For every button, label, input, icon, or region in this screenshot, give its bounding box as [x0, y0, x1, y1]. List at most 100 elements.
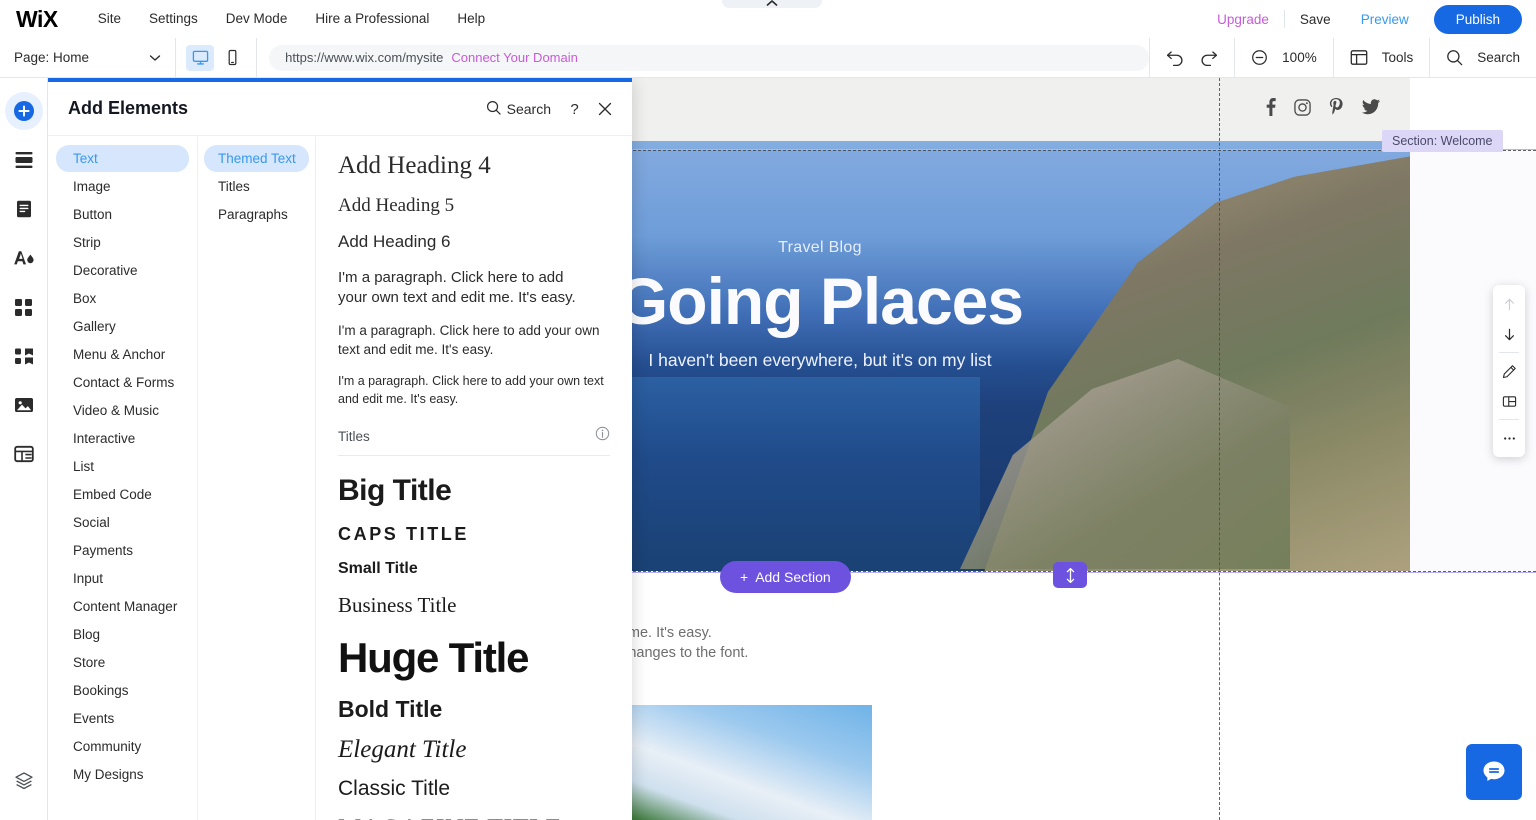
layout-icon[interactable] — [1493, 386, 1525, 416]
category-community[interactable]: Community — [56, 733, 189, 760]
menu-hire-a-professional[interactable]: Hire a Professional — [301, 0, 443, 38]
more-options-icon[interactable] — [1493, 423, 1525, 453]
rail-site-design-button[interactable] — [5, 239, 43, 277]
editor-top-menu-bar[interactable]: WiX Site Settings Dev Mode Hire a Profes… — [0, 0, 1536, 38]
category-social[interactable]: Social — [56, 509, 189, 536]
editor-left-rail[interactable] — [0, 78, 48, 820]
rail-add-apps-button[interactable] — [5, 337, 43, 375]
upgrade-button[interactable]: Upgrade — [1202, 12, 1284, 27]
title-elegant[interactable]: Elegant Title — [338, 736, 610, 764]
facebook-icon[interactable] — [1266, 98, 1276, 121]
category-decorative[interactable]: Decorative — [56, 257, 189, 284]
menu-settings[interactable]: Settings — [135, 0, 212, 38]
title-caps[interactable]: CAPS TITLE — [338, 524, 610, 545]
save-button[interactable]: Save — [1285, 12, 1346, 27]
subcategory-themed-text[interactable]: Themed Text — [204, 145, 309, 172]
viewport-switcher[interactable] — [176, 45, 256, 71]
title-bold[interactable]: Bold Title — [338, 696, 610, 723]
category-text[interactable]: Text — [56, 145, 189, 172]
item-heading-4[interactable]: Add Heading 4 — [338, 152, 610, 180]
rail-add-section-button[interactable] — [5, 141, 43, 179]
add-elements-panel[interactable]: Add Elements Search ? Text Image — [48, 78, 632, 820]
category-content-manager[interactable]: Content Manager — [56, 593, 189, 620]
category-my-designs[interactable]: My Designs — [56, 761, 189, 788]
editor-search-button[interactable]: Search — [1430, 38, 1536, 78]
category-gallery[interactable]: Gallery — [56, 313, 189, 340]
preview-button[interactable]: Preview — [1346, 12, 1424, 27]
editor-toolbar[interactable]: Page: Home https://www.wix.com/mysite Co… — [0, 38, 1536, 78]
search-icon — [486, 100, 501, 118]
title-business[interactable]: Business Title — [338, 593, 610, 618]
page-selector[interactable]: Page: Home — [0, 50, 175, 65]
mobile-view-button[interactable] — [218, 45, 246, 71]
item-paragraph-2[interactable]: I'm a paragraph. Click here to add your … — [338, 321, 610, 359]
title-magazine[interactable]: MAGAZINE TITLE — [338, 814, 610, 820]
category-payments[interactable]: Payments — [56, 537, 189, 564]
instagram-icon[interactable] — [1294, 99, 1311, 121]
subcategory-paragraphs[interactable]: Paragraphs — [204, 201, 309, 228]
panel-category-list[interactable]: Text Image Button Strip Decorative Box G… — [48, 136, 198, 820]
rail-apps-button[interactable] — [5, 288, 43, 326]
item-paragraph-1[interactable]: I'm a paragraph. Click here to add your … — [338, 268, 593, 308]
site-url-bar[interactable]: https://www.wix.com/mysite Connect Your … — [269, 45, 1149, 71]
rail-media-button[interactable] — [5, 386, 43, 424]
category-bookings[interactable]: Bookings — [56, 677, 189, 704]
category-button[interactable]: Button — [56, 201, 189, 228]
publish-button[interactable]: Publish — [1434, 5, 1522, 34]
redo-icon[interactable] — [1199, 49, 1218, 66]
section-resize-handle[interactable] — [1053, 562, 1087, 588]
category-events[interactable]: Events — [56, 705, 189, 732]
twitter-icon[interactable] — [1362, 99, 1380, 120]
category-menu-anchor[interactable]: Menu & Anchor — [56, 341, 189, 368]
zoom-out-icon[interactable] — [1251, 49, 1268, 66]
category-embed-code[interactable]: Embed Code — [56, 481, 189, 508]
panel-items-column[interactable]: Add Heading 4 Add Heading 5 Add Heading … — [316, 136, 632, 820]
move-down-icon[interactable] — [1493, 319, 1525, 349]
menu-help[interactable]: Help — [443, 0, 499, 38]
title-big[interactable]: Big Title — [338, 474, 610, 508]
topbar-collapse-tab[interactable] — [722, 0, 822, 8]
category-video-music[interactable]: Video & Music — [56, 397, 189, 424]
category-contact-forms[interactable]: Contact & Forms — [56, 369, 189, 396]
item-paragraph-3[interactable]: I'm a paragraph. Click here to add your … — [338, 372, 610, 408]
category-blog[interactable]: Blog — [56, 621, 189, 648]
category-store[interactable]: Store — [56, 649, 189, 676]
info-icon[interactable] — [595, 426, 610, 446]
close-icon[interactable] — [598, 102, 612, 116]
add-section-button[interactable]: + Add Section — [720, 561, 851, 593]
zoom-control[interactable]: 100% — [1235, 38, 1333, 78]
category-list[interactable]: List — [56, 453, 189, 480]
menu-site[interactable]: Site — [84, 0, 135, 38]
category-box[interactable]: Box — [56, 285, 189, 312]
title-small[interactable]: Small Title — [338, 560, 610, 578]
title-huge[interactable]: Huge Title — [338, 634, 610, 682]
rail-content-manager-button[interactable] — [5, 435, 43, 473]
rail-layers-button[interactable] — [5, 762, 43, 800]
category-input[interactable]: Input — [56, 565, 189, 592]
toolbar-right-group: 100% Tools Search — [1149, 38, 1536, 78]
panel-subcategory-list[interactable]: Themed Text Titles Paragraphs — [198, 136, 316, 820]
help-icon[interactable]: ? — [567, 101, 582, 117]
pinterest-icon[interactable] — [1329, 98, 1344, 121]
subcategory-titles[interactable]: Titles — [204, 173, 309, 200]
category-strip[interactable]: Strip — [56, 229, 189, 256]
add-apps-icon — [14, 347, 34, 366]
rail-add-elements-button[interactable] — [5, 92, 43, 130]
rail-pages-menu-button[interactable] — [5, 190, 43, 228]
title-classic[interactable]: Classic Title — [338, 777, 610, 801]
item-heading-6[interactable]: Add Heading 6 — [338, 232, 610, 252]
tools-button[interactable]: Tools — [1334, 38, 1430, 78]
chat-button[interactable] — [1466, 744, 1522, 800]
connect-domain-link[interactable]: Connect Your Domain — [451, 50, 577, 65]
category-image[interactable]: Image — [56, 173, 189, 200]
undo-icon[interactable] — [1166, 49, 1185, 66]
desktop-view-button[interactable] — [186, 45, 214, 71]
wix-logo[interactable]: WiX — [16, 8, 58, 31]
menu-dev-mode[interactable]: Dev Mode — [212, 0, 302, 38]
category-interactive[interactable]: Interactive — [56, 425, 189, 452]
mobile-icon — [224, 49, 241, 66]
section-float-toolbar[interactable] — [1493, 285, 1525, 457]
item-heading-5[interactable]: Add Heading 5 — [338, 195, 610, 217]
panel-search-button[interactable]: Search — [486, 100, 551, 118]
edit-pencil-icon[interactable] — [1493, 356, 1525, 386]
